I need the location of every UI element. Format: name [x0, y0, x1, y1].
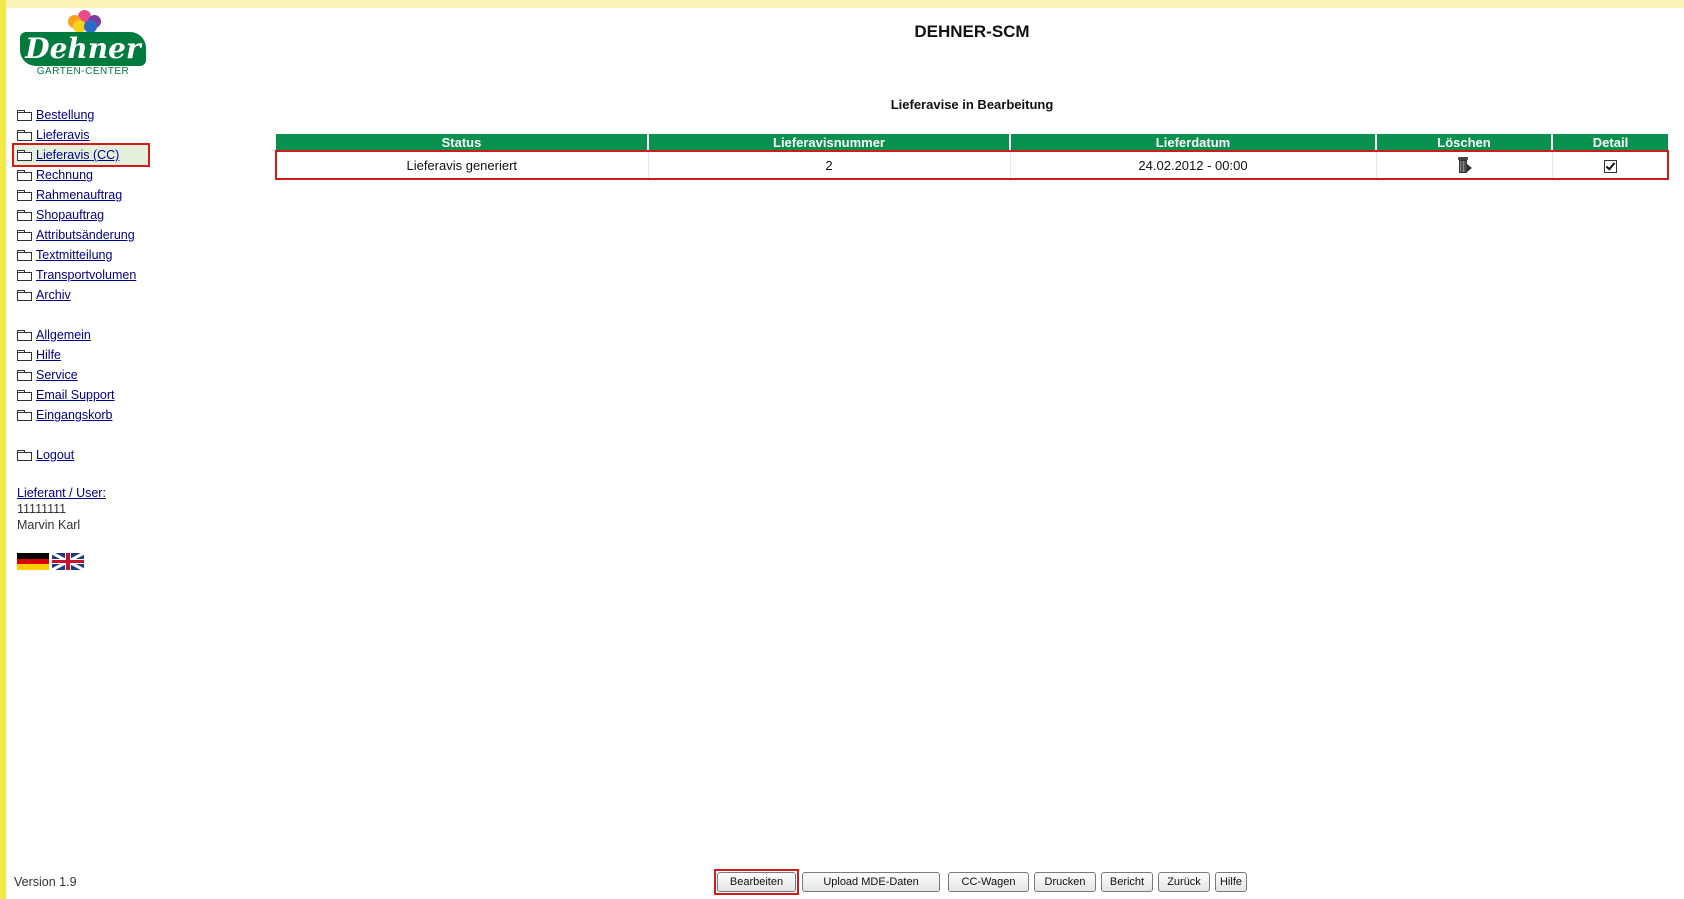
column-header-delete: Löschen	[1375, 134, 1552, 151]
window-top-border	[0, 0, 1684, 8]
sidebar-item-shopauftrag[interactable]: Shopauftrag	[14, 205, 164, 225]
section-title: Lieferavise in Bearbeitung	[890, 97, 1054, 112]
sidebar-item-label[interactable]: Allgemein	[36, 328, 91, 342]
uk-flag-icon[interactable]	[52, 553, 84, 570]
sidebar-item-rechnung[interactable]: Rechnung	[14, 165, 164, 185]
user-info: Lieferant / User: 11111111 Marvin Karl	[14, 485, 164, 533]
hilfe-button[interactable]: Hilfe	[1215, 872, 1247, 892]
cell-status: Lieferavis generiert	[406, 157, 518, 173]
cell-detail	[1551, 151, 1668, 179]
sidebar-item-label[interactable]: Email Support	[36, 388, 115, 402]
sidebar-item-label[interactable]: Attributsänderung	[36, 228, 135, 242]
table-header-row: Status Lieferavisnummer Lieferdatum Lösc…	[276, 134, 1668, 151]
column-header-detail: Detail	[1551, 134, 1668, 151]
sidebar-item-label[interactable]: Lieferavis	[36, 128, 90, 142]
sidebar: Dehner GARTEN-CENTER Bestellung Lieferav…	[12, 10, 164, 571]
cc-wagen-button[interactable]: CC-Wagen	[948, 872, 1029, 892]
drucken-button[interactable]: Drucken	[1034, 872, 1096, 892]
folder-icon	[17, 249, 32, 261]
de-flag-icon[interactable]	[17, 553, 49, 571]
table-row[interactable]: Lieferavis generiert 2 24.02.2012 - 00:0…	[275, 150, 1669, 180]
sidebar-item-label[interactable]: Logout	[36, 448, 74, 462]
folder-icon	[17, 449, 32, 461]
sidebar-item-textmitteilung[interactable]: Textmitteilung	[14, 245, 164, 265]
folder-icon	[17, 149, 32, 161]
user-id: 11111111	[17, 502, 67, 516]
folder-icon	[17, 129, 32, 141]
folder-icon	[17, 169, 32, 181]
sidebar-item-label[interactable]: Archiv	[36, 288, 71, 302]
sidebar-item-label[interactable]: Rahmenauftrag	[36, 188, 122, 202]
logo-subtitle: GARTEN-CENTER	[36, 66, 130, 77]
nav-group-support: Allgemein Hilfe Service Email Support Ei…	[14, 325, 164, 425]
sidebar-item-label[interactable]: Service	[36, 368, 78, 382]
folder-icon	[17, 349, 32, 361]
trash-icon[interactable]	[1457, 156, 1472, 174]
sidebar-item-label[interactable]: Shopauftrag	[36, 208, 104, 222]
bericht-button[interactable]: Bericht	[1101, 872, 1153, 892]
sidebar-item-allgemein[interactable]: Allgemein	[14, 325, 164, 345]
dehner-logo[interactable]: Dehner GARTEN-CENTER	[14, 10, 149, 80]
sidebar-item-transportvolumen[interactable]: Transportvolumen	[14, 265, 164, 285]
lieferavis-table: Status Lieferavisnummer Lieferdatum Lösc…	[275, 134, 1669, 180]
sidebar-item-hilfe[interactable]: Hilfe	[14, 345, 164, 365]
cell-number: 2	[647, 151, 1010, 179]
version-label: Version 1.9	[14, 875, 77, 889]
window-left-border	[0, 0, 6, 899]
folder-icon	[17, 269, 32, 281]
button-label: Bearbeiten	[729, 876, 784, 888]
bearbeiten-button[interactable]: Bearbeiten	[714, 869, 799, 895]
sidebar-item-label[interactable]: Rechnung	[36, 168, 93, 182]
app-title: DEHNER-SCM	[914, 22, 1030, 41]
folder-icon	[17, 289, 32, 301]
sidebar-item-logout[interactable]: Logout	[14, 445, 164, 465]
user-name: Marvin Karl	[17, 518, 81, 532]
upload-mde-button[interactable]: Upload MDE-Daten	[802, 872, 940, 892]
folder-icon	[17, 229, 32, 241]
cell-date: 24.02.2012 - 00:00	[1009, 151, 1376, 179]
column-header-date[interactable]: Lieferdatum	[1009, 134, 1376, 151]
sidebar-item-archiv[interactable]: Archiv	[14, 285, 164, 305]
nav-group-main: Bestellung Lieferavis Lieferavis (CC) Re…	[12, 105, 164, 305]
column-header-status[interactable]: Status	[276, 134, 648, 151]
sidebar-item-eingangskorb[interactable]: Eingangskorb	[14, 405, 164, 425]
language-switcher	[14, 553, 164, 571]
sidebar-item-label[interactable]: Hilfe	[36, 348, 61, 362]
folder-icon	[17, 369, 32, 381]
sidebar-item-email-support[interactable]: Email Support	[14, 385, 164, 405]
sidebar-item-lieferavis[interactable]: Lieferavis	[14, 125, 164, 145]
zurueck-button[interactable]: Zurück	[1158, 872, 1210, 892]
detail-checkbox[interactable]	[1603, 159, 1617, 173]
sidebar-item-label[interactable]: Eingangskorb	[36, 408, 112, 422]
sidebar-item-label[interactable]: Transportvolumen	[36, 268, 136, 282]
sidebar-item-attributsaenderung[interactable]: Attributsänderung	[14, 225, 164, 245]
folder-icon	[17, 389, 32, 401]
folder-icon	[17, 329, 32, 341]
cell-delete	[1375, 151, 1552, 179]
sidebar-item-lieferavis-cc[interactable]: Lieferavis (CC)	[12, 143, 150, 167]
sidebar-nav: Bestellung Lieferavis Lieferavis (CC) Re…	[12, 105, 164, 465]
sidebar-item-label[interactable]: Lieferavis (CC)	[36, 148, 119, 162]
nav-group-session: Logout	[14, 445, 164, 465]
column-header-number[interactable]: Lieferavisnummer	[647, 134, 1010, 151]
folder-icon	[17, 209, 32, 221]
sidebar-item-rahmenauftrag[interactable]: Rahmenauftrag	[14, 185, 164, 205]
user-label-link[interactable]: Lieferant / User:	[17, 485, 164, 501]
sidebar-item-service[interactable]: Service	[14, 365, 164, 385]
sidebar-item-label[interactable]: Textmitteilung	[36, 248, 112, 262]
folder-icon	[17, 189, 32, 201]
folder-icon	[17, 409, 32, 421]
